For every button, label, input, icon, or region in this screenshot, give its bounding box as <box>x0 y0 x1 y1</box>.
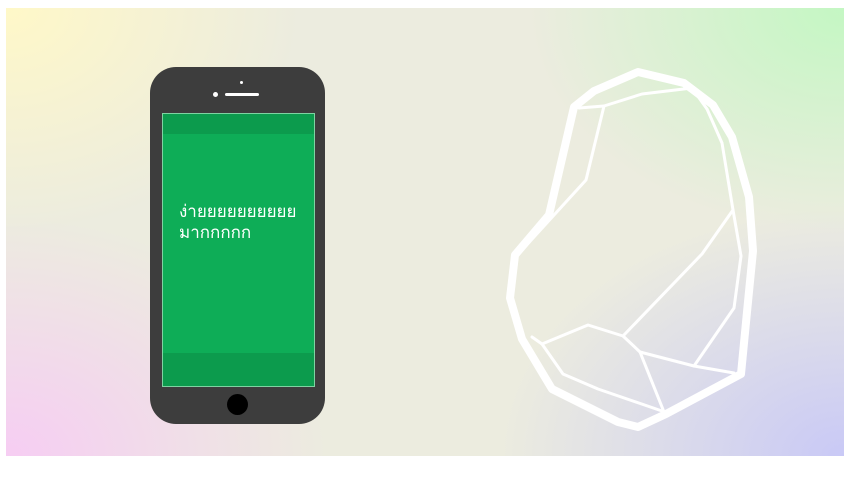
gemstone-outline-icon <box>506 68 757 431</box>
scene-background: ง่ายยยยยยยยยย มากกกกก <box>6 8 844 456</box>
